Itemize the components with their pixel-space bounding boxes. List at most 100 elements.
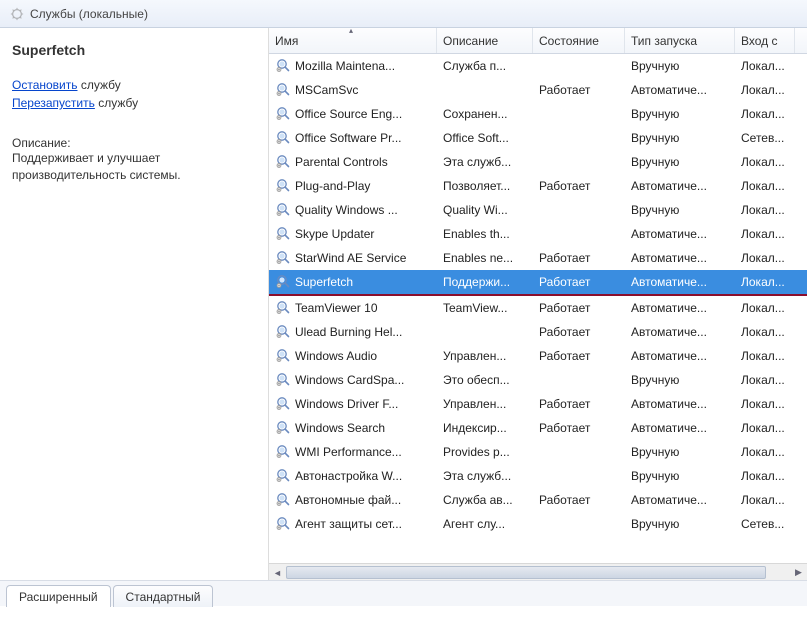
service-desc-cell: Индексир... [437,421,533,435]
service-logon-cell: Локал... [735,59,795,73]
console-tab-header: Службы (локальные) [0,0,807,28]
table-row[interactable]: Windows CardSpa...Это обесп...ВручнуюЛок… [269,368,807,392]
column-header-description[interactable]: Описание [437,28,533,53]
service-logon-cell: Локал... [735,179,795,193]
column-header-state[interactable]: Состояние [533,28,625,53]
table-row[interactable]: StarWind AE Service Enables ne...Работает… [269,246,807,270]
services-rows: Mozilla Maintena...Служба п...ВручнуюЛок… [269,54,807,563]
service-desc-cell: Позволяет... [437,179,533,193]
table-row[interactable]: Skype UpdaterEnables th...Автоматиче...Л… [269,222,807,246]
service-start-cell: Вручную [625,131,735,145]
table-row[interactable]: Агент защиты сет...Агент слу...ВручнуюСе… [269,512,807,536]
restart-service-link[interactable]: Перезапустить [12,96,95,110]
table-row[interactable]: Office Source Eng...Сохранен...ВручнуюЛо… [269,102,807,126]
table-row[interactable]: Автономные фай...Служба ав...РаботаетАвт… [269,488,807,512]
service-start-cell: Автоматиче... [625,301,735,315]
service-state-cell: Работает [533,251,625,265]
service-logon-cell: Локал... [735,107,795,121]
service-start-cell: Автоматиче... [625,349,735,363]
service-state-cell: Работает [533,179,625,193]
sort-indicator-icon: ▴ [349,26,353,35]
service-start-cell: Вручную [625,155,735,169]
service-icon [275,371,295,390]
service-start-cell: Вручную [625,107,735,121]
service-name-cell: Office Software Pr... [295,131,402,145]
service-name-cell: Windows Search [295,421,385,435]
service-desc-cell: Сохранен... [437,107,533,121]
service-logon-cell: Локал... [735,493,795,507]
horizontal-scrollbar[interactable]: ◄ ▶ [269,563,807,580]
table-row[interactable]: Mozilla Maintena...Служба п...ВручнуюЛок… [269,54,807,78]
service-state-cell: Работает [533,397,625,411]
details-pane: Superfetch Остановить службу Перезапусти… [0,28,268,580]
service-state-cell: Работает [533,493,625,507]
tab-extended[interactable]: Расширенный [6,585,111,607]
service-icon [275,177,295,196]
gear-icon [10,7,24,21]
service-name-cell: Parental Controls [295,155,388,169]
service-logon-cell: Локал... [735,251,795,265]
table-row[interactable]: Parental ControlsЭта служб...ВручнуюЛока… [269,150,807,174]
service-state-cell: Работает [533,421,625,435]
service-name-cell: MSCamSvc [295,83,358,97]
service-icon [275,225,295,244]
table-row[interactable]: Windows AudioУправлен...РаботаетАвтомати… [269,344,807,368]
table-row[interactable]: Автонастройка W...Эта служб...ВручнуюЛок… [269,464,807,488]
service-icon [275,129,295,148]
service-name-cell: Windows CardSpa... [295,373,404,387]
column-header-logon[interactable]: Вход с [735,28,795,53]
service-start-cell: Вручную [625,445,735,459]
service-name-cell: WMI Performance... [295,445,402,459]
service-name-cell: Skype Updater [295,227,374,241]
table-row[interactable]: MSCamSvcРаботаетАвтоматиче...Локал... [269,78,807,102]
column-headers: ▴ Имя Описание Состояние Тип запуска Вхо… [269,28,807,54]
scroll-left-arrow[interactable]: ◄ [269,564,286,581]
service-desc-cell: Поддержи... [437,275,533,289]
service-name-cell: Quality Windows ... [295,203,398,217]
service-icon [275,347,295,366]
service-name-cell: Windows Driver F... [295,397,398,411]
table-row[interactable]: Windows Driver F...Управлен...РаботаетАв… [269,392,807,416]
scroll-thumb[interactable] [286,566,766,579]
service-icon [275,323,295,342]
table-row[interactable]: WMI Performance...Provides p...ВручнуюЛо… [269,440,807,464]
restart-service-line: Перезапустить службу [12,96,256,110]
service-icon [275,81,295,100]
table-row[interactable]: Ulead Burning Hel...РаботаетАвтоматиче..… [269,320,807,344]
service-desc-cell: Служба ав... [437,493,533,507]
service-icon [275,491,295,510]
table-row[interactable]: Quality Windows ...Quality Wi...ВручнуюЛ… [269,198,807,222]
service-name-cell: Автонастройка W... [295,469,402,483]
service-start-cell: Автоматиче... [625,275,735,289]
service-icon [275,153,295,172]
service-start-cell: Автоматиче... [625,251,735,265]
scroll-right-arrow[interactable]: ▶ [790,564,807,581]
service-logon-cell: Сетев... [735,131,795,145]
service-logon-cell: Локал... [735,227,795,241]
service-desc-cell: Служба п... [437,59,533,73]
service-icon [275,395,295,414]
stop-service-link[interactable]: Остановить [12,78,78,92]
service-desc-cell: Эта служб... [437,469,533,483]
service-icon [275,57,295,76]
service-desc-cell: Управлен... [437,397,533,411]
service-start-cell: Вручную [625,469,735,483]
column-header-startup[interactable]: Тип запуска [625,28,735,53]
service-name-cell: Superfetch [295,275,353,289]
table-row[interactable]: Office Software Pr...Office Soft...Вручн… [269,126,807,150]
table-row[interactable]: Plug-and-PlayПозволяет...РаботаетАвтомат… [269,174,807,198]
service-logon-cell: Локал... [735,275,795,289]
service-desc-cell: Provides p... [437,445,533,459]
service-icon [275,201,295,220]
stop-service-line: Остановить службу [12,78,256,92]
service-name-cell: StarWind AE Service [295,251,406,265]
console-tab-title: Службы (локальные) [30,7,148,21]
table-row[interactable]: TeamViewer 10TeamView...РаботаетАвтомати… [269,296,807,320]
table-row[interactable]: Windows SearchИндексир...РаботаетАвтомат… [269,416,807,440]
service-icon [275,443,295,462]
service-desc-cell: TeamView... [437,301,533,315]
table-row[interactable]: SuperfetchПоддержи...РаботаетАвтоматиче.… [269,270,807,294]
service-desc-cell: Enables ne... [437,251,533,265]
tab-standard[interactable]: Стандартный [113,585,214,607]
service-start-cell: Автоматиче... [625,493,735,507]
